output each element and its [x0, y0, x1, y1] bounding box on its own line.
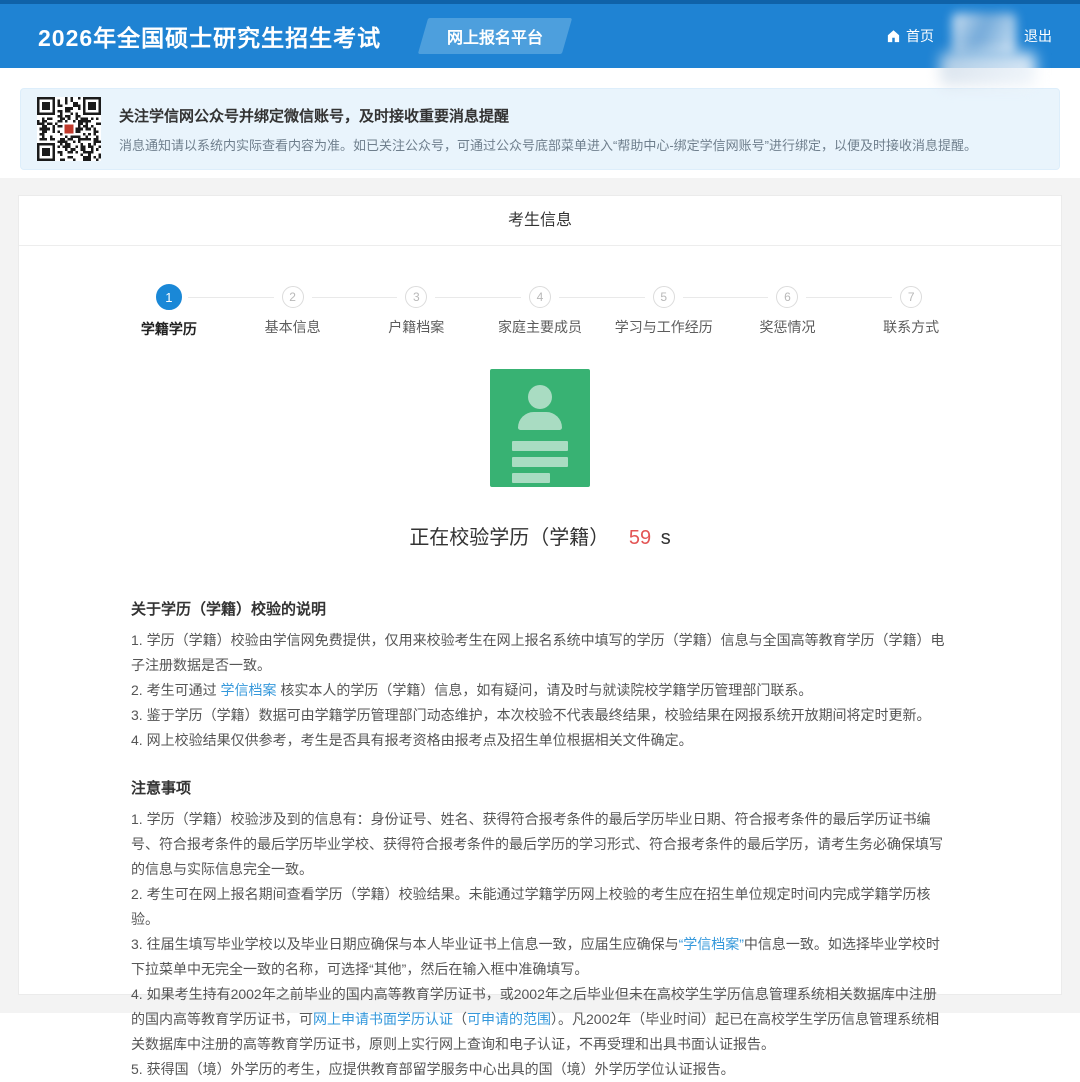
step-number: 6: [776, 286, 798, 308]
section-heading-verification: 关于学历（学籍）校验的说明: [131, 598, 949, 619]
card-line: [512, 457, 568, 467]
card-line: [512, 473, 550, 483]
qr-code-svg: [37, 97, 101, 161]
step-number: 7: [900, 286, 922, 308]
step-number: 2: [282, 286, 304, 308]
note-text: 3. 鉴于学历（学籍）数据可由学籍学历管理部门动态维护，本次校验不代表最终结果，…: [131, 707, 931, 723]
note-text: 5. 获得国（境）外学历的考生，应提供教育部留学服务中心出具的国（境）外学历学位…: [131, 1061, 735, 1077]
step-number: 4: [529, 286, 551, 308]
note-line: 3. 往届生填写毕业学校以及毕业日期应确保与本人毕业证书上信息一致，应届生应确保…: [131, 932, 949, 982]
step-1-学籍学历[interactable]: 1 学籍学历: [107, 286, 231, 339]
text-link[interactable]: 网上申请书面学历认证: [313, 1011, 453, 1027]
note-line: 4. 网上校验结果仅供参考，考生是否具有报考资格由报考点及招生单位根据相关文件确…: [131, 728, 949, 753]
platform-badge-label: 网上报名平台: [447, 24, 543, 48]
text-link[interactable]: 可申请的范围: [467, 1011, 551, 1027]
section-heading-attention: 注意事项: [131, 777, 949, 798]
note-text: 核实本人的学历（学籍）信息，如有疑问，请及时与就读院校学籍学历管理部门联系。: [276, 682, 812, 698]
person-head-shape: [528, 385, 552, 409]
notice-bar: 关注学信网公众号并绑定微信账号，及时接收重要消息提醒 消息通知请以系统内实际查看…: [20, 88, 1060, 170]
step-3-户籍档案[interactable]: 3 户籍档案: [354, 286, 478, 339]
attention-notes: 1. 学历（学籍）校验涉及到的信息有：身份证号、姓名、获得符合报考条件的最后学历…: [131, 807, 949, 1082]
note-text: 4. 网上校验结果仅供参考，考生是否具有报考资格由报考点及招生单位根据相关文件确…: [131, 732, 693, 748]
app-header: 2026年全国硕士研究生招生考试 网上报名平台 首页 退出: [0, 0, 1080, 68]
qr-code: [37, 97, 101, 161]
note-line: 4. 如果考生持有2002年之前毕业的国内高等教育学历证书，或2002年之后毕业…: [131, 982, 949, 1057]
platform-badge: 网上报名平台: [418, 18, 572, 54]
step-label: 学籍学历: [141, 319, 197, 339]
verification-notes: 1. 学历（学籍）校验由学信网免费提供，仅用来校验考生在网上报名系统中填写的学历…: [131, 628, 949, 753]
nav-logout-label: 退出: [1024, 26, 1052, 46]
note-text: 1. 学历（学籍）校验涉及到的信息有：身份证号、姓名、获得符合报考条件的最后学历…: [131, 811, 943, 877]
step-2-基本信息[interactable]: 2 基本信息: [231, 286, 355, 339]
note-line: 3. 鉴于学历（学籍）数据可由学籍学历管理部门动态维护，本次校验不代表最终结果，…: [131, 703, 949, 728]
note-text: （: [453, 1011, 467, 1027]
candidate-info-panel: 考生信息 1 学籍学历 2 基本信息 3 户籍档案 4 家庭主要成员 5 学习与工作经历 6 奖惩情况…: [18, 195, 1062, 995]
verification-status-label: 正在校验学历（学籍）: [409, 527, 609, 549]
note-line: 2. 考生可通过 学信档案 核实本人的学历（学籍）信息，如有疑问，请及时与就读院…: [131, 678, 949, 703]
app-title: 2026年全国硕士研究生招生考试: [38, 19, 381, 53]
note-text: 2. 考生可在网上报名期间查看学历（学籍）校验结果。未能通过学籍学历网上校验的考…: [131, 886, 931, 927]
step-7-联系方式[interactable]: 7 联系方式: [849, 286, 973, 339]
note-text: 3. 往届生填写毕业学校以及毕业日期应确保与本人毕业证书上信息一致，应届生应确保…: [131, 936, 679, 952]
note-line: 1. 学历（学籍）校验涉及到的信息有：身份证号、姓名、获得符合报考条件的最后学历…: [131, 807, 949, 882]
text-link[interactable]: 学信档案: [220, 682, 276, 698]
note-line: 2. 考生可在网上报名期间查看学历（学籍）校验结果。未能通过学籍学历网上校验的考…: [131, 882, 949, 932]
text-link[interactable]: “学信档案”: [679, 936, 744, 952]
nav-home[interactable]: 首页: [886, 26, 934, 46]
id-card-icon: [490, 369, 590, 487]
step-label: 联系方式: [883, 317, 939, 337]
nav-home-label: 首页: [906, 26, 934, 46]
note-line: 1. 学历（学籍）校验由学信网免费提供，仅用来校验考生在网上报名系统中填写的学历…: [131, 628, 949, 678]
instructions-area: 关于学历（学籍）校验的说明 1. 学历（学籍）校验由学信网免费提供，仅用来校验考…: [19, 550, 1061, 1082]
step-label: 学习与工作经历: [615, 317, 713, 337]
step-number: 1: [156, 284, 182, 310]
step-6-奖惩情况[interactable]: 6 奖惩情况: [726, 286, 850, 339]
step-label: 家庭主要成员: [498, 317, 582, 337]
note-line: 5. 获得国（境）外学历的考生，应提供教育部留学服务中心出具的国（境）外学历学位…: [131, 1057, 949, 1082]
step-label: 奖惩情况: [759, 317, 815, 337]
home-icon: [886, 29, 901, 44]
countdown-unit: s: [661, 527, 671, 549]
notice-title: 关注学信网公众号并绑定微信账号，及时接收重要消息提醒: [119, 105, 977, 126]
censored-username-blur: [952, 13, 1016, 55]
notice-text-block: 关注学信网公众号并绑定微信账号，及时接收重要消息提醒 消息通知请以系统内实际查看…: [119, 105, 977, 154]
note-text: 2. 考生可通过: [131, 682, 220, 698]
card-line: [512, 441, 568, 451]
step-number: 5: [653, 286, 675, 308]
step-label: 基本信息: [265, 317, 321, 337]
step-number: 3: [405, 286, 427, 308]
page-title: 考生信息: [19, 196, 1061, 246]
step-4-家庭主要成员[interactable]: 4 家庭主要成员: [478, 286, 602, 339]
nav-logout[interactable]: 退出: [1024, 26, 1052, 46]
note-text: 1. 学历（学籍）校验由学信网免费提供，仅用来校验考生在网上报名系统中填写的学历…: [131, 632, 945, 673]
notice-description: 消息通知请以系统内实际查看内容为准。如已关注公众号，可通过公众号底部菜单进入“帮…: [119, 135, 977, 154]
censored-watermark-blur: [940, 52, 1036, 86]
verification-status: 正在校验学历（学籍） 59 s: [19, 521, 1061, 550]
step-5-学习与工作经历[interactable]: 5 学习与工作经历: [602, 286, 726, 339]
step-label: 户籍档案: [388, 317, 444, 337]
person-body-shape: [518, 412, 562, 430]
countdown-seconds: 59: [615, 527, 655, 549]
stepper: 1 学籍学历 2 基本信息 3 户籍档案 4 家庭主要成员 5 学习与工作经历 6 奖惩情况 7 联系方式: [19, 246, 1061, 339]
